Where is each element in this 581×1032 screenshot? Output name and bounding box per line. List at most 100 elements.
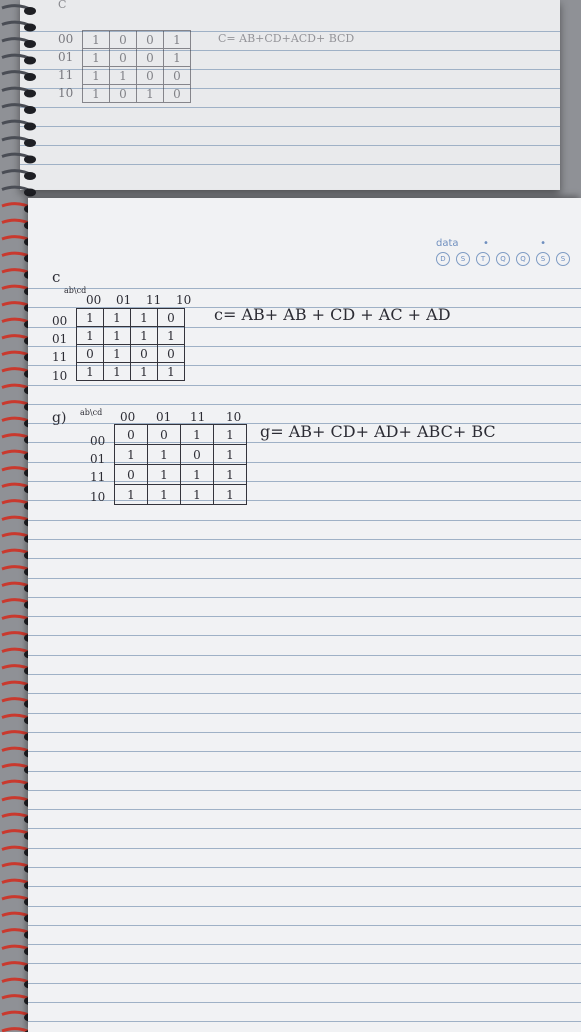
kmap-cell: 1: [163, 30, 191, 49]
kmap-cell: 0: [180, 444, 214, 465]
kmap-cell: 1: [157, 362, 185, 381]
back-row-label: 00: [58, 32, 74, 46]
map2-corner: ab\cd: [80, 408, 103, 417]
kmap-cell: 0: [109, 48, 137, 67]
kmap-cell: 1: [82, 66, 110, 85]
kmap-cell: 1: [76, 308, 104, 327]
spiral-hole: [24, 89, 36, 98]
kmap-cell: 1: [130, 362, 158, 381]
date-dots: • •: [483, 238, 570, 249]
ruled-line: [28, 1002, 581, 1003]
spiral-hole: [24, 122, 36, 131]
ruled-line: [28, 886, 581, 887]
kmap-cell: 1: [82, 48, 110, 67]
ruled-line: [28, 597, 581, 598]
ruled-line: [28, 848, 581, 849]
kmap-cell: 1: [147, 444, 181, 465]
kmap-cell: 1: [109, 66, 137, 85]
ruled-line: [28, 867, 581, 868]
map1-expression: c= AB+ AB + CD + AC + AD: [214, 305, 451, 324]
ruled-line: [28, 809, 581, 810]
kmap-cell: 1: [82, 84, 110, 103]
kmap-cell: 0: [136, 48, 164, 67]
ruled-line: [28, 983, 581, 984]
kmap-cell: 0: [163, 66, 191, 85]
kmap-cell: 1: [76, 326, 104, 345]
ruled-line: [28, 925, 581, 926]
map1-row-label: 01: [52, 332, 68, 346]
ruled-line: [28, 674, 581, 675]
kmap-cell: 1: [147, 484, 181, 505]
map2-row-label: 11: [90, 470, 106, 484]
ruled-line: [28, 635, 581, 636]
ruled-line: [28, 906, 581, 907]
kmap-cell: 1: [180, 424, 214, 445]
map2-row-label: 01: [90, 452, 106, 466]
kmap-cell: 0: [136, 66, 164, 85]
kmap-cell: 1: [180, 464, 214, 485]
kmap-cell: 1: [130, 326, 158, 345]
kmap-cell: 1: [213, 424, 247, 445]
weekday-circle: S: [456, 252, 470, 266]
kmap-cell: 1: [114, 444, 148, 465]
back-karnaugh-map: 1 0 0 1 1 0 0 1 1 1 0 0 1 0 1 0: [82, 30, 191, 103]
back-row-label: 10: [58, 86, 74, 100]
ruled-line: [28, 288, 581, 289]
spiral-hole: [24, 172, 36, 180]
weekday-circles: D S T Q Q S S: [436, 252, 570, 266]
map1-row-label: 00: [52, 314, 68, 328]
front-notebook-page: data • • D S T Q Q S S c ab\cd 00 01 11 …: [28, 198, 581, 1032]
back-map-note: C: [58, 0, 67, 11]
kmap-cell: 1: [103, 326, 131, 345]
map1-col-label: 11: [146, 293, 162, 307]
weekday-circle: T: [476, 252, 490, 266]
map1-corner: ab\cd: [64, 286, 87, 295]
ruled-line: [28, 385, 581, 386]
kmap-cell: 0: [109, 84, 137, 103]
ruled-line: [28, 1021, 581, 1022]
weekday-circle: S: [556, 252, 570, 266]
kmap-cell: 1: [180, 484, 214, 505]
ruled-line: [28, 944, 581, 945]
ruled-line: [28, 963, 581, 964]
map1-col-label: 10: [176, 293, 192, 307]
spiral-hole: [24, 106, 36, 114]
ruled-line: [28, 693, 581, 694]
ruled-line: [20, 145, 560, 146]
map1-col-label: 00: [86, 293, 102, 307]
kmap-cell: 0: [157, 344, 185, 363]
kmap-cell: 1: [213, 484, 247, 505]
kmap-cell: 0: [163, 84, 191, 103]
ruled-line: [28, 578, 581, 579]
ruled-line: [28, 790, 581, 791]
ruled-line: [28, 828, 581, 829]
back-row-label: 01: [58, 50, 74, 64]
ruled-line: [28, 442, 581, 443]
kmap-cell: 1: [103, 362, 131, 381]
map1-label: c: [52, 268, 61, 286]
kmap-cell: 0: [114, 424, 148, 445]
back-row-label: 11: [58, 68, 74, 82]
kmap-cell: 1: [76, 362, 104, 381]
ruled-line: [28, 539, 581, 540]
map2-expression: g= AB+ CD+ AD+ ABC+ BC: [260, 422, 496, 441]
back-notebook-page: C 00 01 11 10 1 0 0 1 1 0 0 1 1 1 0 0 1 …: [20, 0, 560, 190]
map2-col-label: 00: [120, 410, 136, 424]
ruled-line: [20, 164, 560, 165]
kmap-cell: 0: [147, 424, 181, 445]
ruled-line: [28, 655, 581, 656]
spiral-hole: [24, 23, 36, 32]
kmap-cell: 0: [130, 344, 158, 363]
ruled-line: [28, 558, 581, 559]
spiral-hole: [24, 73, 36, 81]
kmap-cell: 0: [157, 308, 185, 327]
map2-row-label: 10: [90, 490, 106, 504]
spiral-hole: [24, 155, 36, 164]
spiral-hole: [24, 7, 36, 15]
ruled-line: [28, 713, 581, 714]
ruled-line: [28, 481, 581, 482]
spiral-hole: [24, 40, 36, 48]
ruled-line: [28, 462, 581, 463]
map1-col-label: 01: [116, 293, 132, 307]
map2-row-label: 00: [90, 434, 106, 448]
